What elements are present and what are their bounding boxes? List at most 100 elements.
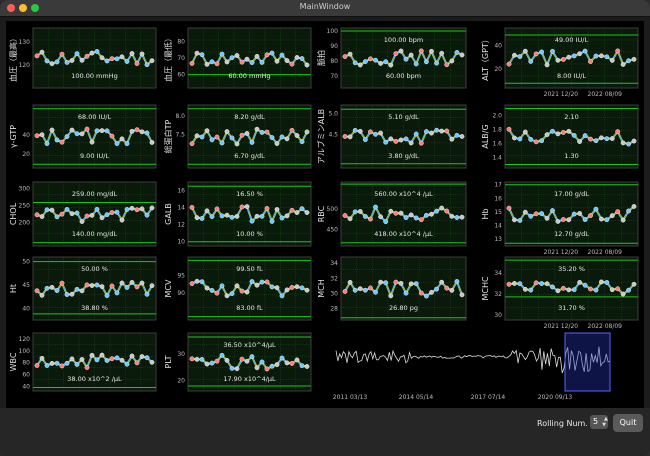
- lower-limit-label: 3.80 g/dL: [388, 152, 419, 160]
- data-point: [44, 207, 50, 213]
- data-point: [234, 141, 240, 147]
- data-point: [522, 48, 528, 54]
- data-point: [114, 209, 120, 215]
- chart-panel: 38.00 x10^2 /μL 40 60 80 100 120 WBC: [9, 332, 157, 392]
- lower-limit-label: 38.80 %: [81, 304, 108, 312]
- data-point: [249, 279, 255, 284]
- data-point: [388, 136, 394, 142]
- data-point: [229, 365, 235, 371]
- data-point: [219, 140, 225, 146]
- data-point: [259, 60, 265, 65]
- chart-panel: 17.00 g/dL 12.70 g/dL 13 14 15 16 17 Hb 2021 12/…: [481, 181, 639, 256]
- data-point: [144, 212, 150, 218]
- data-point: [373, 289, 378, 295]
- data-point: [454, 215, 460, 220]
- rolling-num-spinbox[interactable]: 5 ▲ ▼: [590, 415, 608, 429]
- y-axis-label: 総蛋白TP: [163, 119, 173, 153]
- data-point: [284, 136, 290, 142]
- data-point: [626, 58, 631, 64]
- y-tick-label: 120: [19, 336, 31, 343]
- chart-panel: 49.00 IU/L 8.00 IU/L 20 40 ALT（GPT） 2021 12/2…: [481, 27, 639, 98]
- data-point: [219, 352, 225, 358]
- data-point: [631, 138, 637, 144]
- data-point: [539, 211, 545, 217]
- data-point: [439, 279, 445, 285]
- data-point: [189, 356, 195, 362]
- data-point: [352, 127, 358, 133]
- data-point: [362, 214, 368, 219]
- data-point: [134, 360, 140, 366]
- data-point: [626, 287, 631, 293]
- data-point: [544, 215, 550, 221]
- y-tick-label: 20: [177, 377, 185, 384]
- data-point: [89, 50, 95, 56]
- data-point: [229, 214, 235, 220]
- data-point: [388, 293, 394, 299]
- data-point: [124, 361, 130, 367]
- chart-panel: 100.00 bpm 60.00 bpm 70 80 90 100 脈拍: [316, 27, 467, 89]
- quit-button[interactable]: Quit: [613, 414, 643, 432]
- y-axis-label: Ht: [9, 284, 18, 293]
- y-tick-label: 300: [19, 186, 31, 193]
- data-point: [459, 292, 465, 298]
- data-point: [99, 215, 105, 221]
- data-point: [352, 287, 358, 293]
- data-point: [149, 205, 155, 211]
- data-point: [577, 211, 583, 216]
- data-point: [119, 217, 125, 223]
- data-point: [44, 363, 50, 368]
- data-point: [144, 62, 150, 68]
- data-point: [373, 204, 378, 210]
- overview-x-tick-label: 2011 03/13: [333, 394, 368, 401]
- spin-arrows-icon[interactable]: ▲ ▼: [601, 416, 608, 428]
- data-point: [528, 59, 534, 64]
- data-point: [74, 362, 80, 367]
- data-point: [69, 291, 75, 297]
- data-point: [234, 53, 240, 58]
- y-tick-label: 13: [494, 236, 502, 243]
- data-point: [444, 285, 450, 291]
- data-point: [398, 48, 404, 54]
- data-point: [620, 217, 626, 223]
- data-point: [89, 212, 95, 218]
- data-point: [274, 141, 280, 146]
- data-point: [194, 133, 200, 139]
- data-point: [294, 133, 300, 138]
- data-point: [39, 214, 45, 219]
- data-point: [124, 141, 130, 147]
- data-point: [64, 134, 70, 139]
- y-tick-label: 1.8: [492, 127, 502, 134]
- data-point: [54, 288, 60, 293]
- data-point: [528, 287, 534, 293]
- data-point: [34, 363, 40, 368]
- data-point: [79, 131, 85, 137]
- y-tick-label: 17: [494, 182, 502, 189]
- chart-panel: 2.10 1.30 1.4 1.6 1.8 2.0ALB/G: [481, 104, 639, 169]
- data-point: [388, 208, 394, 214]
- data-point: [512, 281, 517, 286]
- data-point: [204, 285, 210, 291]
- data-point: [269, 135, 275, 140]
- data-point: [459, 52, 465, 58]
- data-point: [528, 213, 534, 219]
- data-point: [403, 56, 409, 62]
- data-point: [194, 50, 200, 56]
- data-point: [378, 279, 384, 285]
- y-tick-label: 34: [330, 260, 338, 267]
- data-point: [533, 211, 539, 217]
- data-point: [357, 128, 363, 134]
- lower-limit-label: 26.80 pg: [389, 304, 418, 312]
- y-tick-label: 12: [177, 222, 185, 229]
- data-point: [512, 217, 517, 223]
- data-point: [59, 211, 65, 217]
- x-tick-label: 2022 08/09: [588, 91, 623, 98]
- data-point: [383, 280, 389, 286]
- data-point: [244, 289, 250, 295]
- lower-limit-label: 83.00 fL: [236, 304, 263, 312]
- y-axis-label: MCHC: [481, 276, 490, 301]
- data-point: [571, 287, 577, 293]
- data-point: [34, 212, 40, 218]
- data-point: [259, 130, 265, 135]
- data-point: [69, 211, 75, 217]
- data-point: [249, 354, 255, 360]
